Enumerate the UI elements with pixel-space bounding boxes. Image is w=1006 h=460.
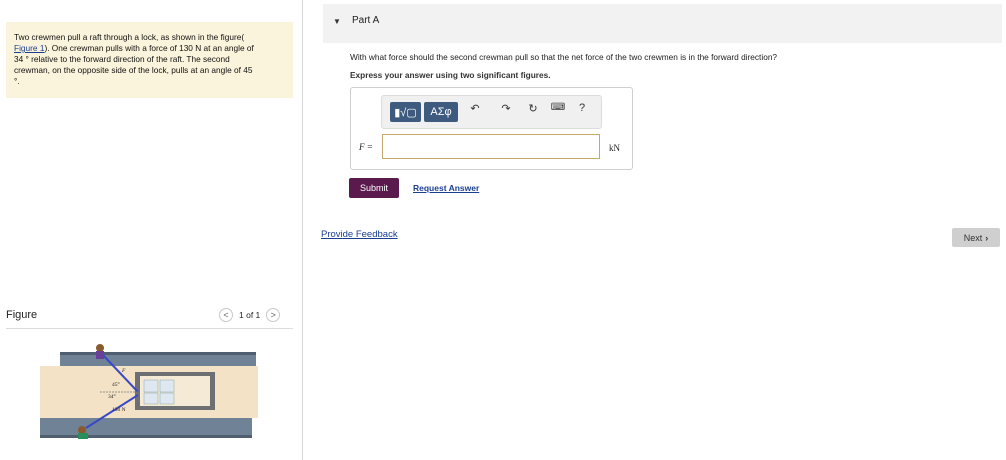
figure-heading: Figure xyxy=(6,309,38,321)
problem-statement: Two crewmen pull a raft through a lock, … xyxy=(6,22,293,98)
angle-45-label: 45° xyxy=(112,381,120,388)
problem-text: Two crewmen pull a raft through a lock, … xyxy=(14,32,245,42)
left-panel: Two crewmen pull a raft through a lock, … xyxy=(0,0,303,460)
force-label: 130 N xyxy=(112,407,126,413)
answer-label: F = xyxy=(359,142,373,152)
next-label: Next xyxy=(963,232,983,243)
f-vector-label: F xyxy=(121,368,126,374)
request-answer-link[interactable]: Request Answer xyxy=(413,183,479,193)
triangle-down-icon[interactable]: ▼ xyxy=(333,17,341,26)
figure-pager: < 1 of 1 > xyxy=(219,308,281,322)
chevron-right-icon: › xyxy=(985,232,989,243)
submit-button[interactable]: Submit xyxy=(349,178,399,198)
instruction-text: Express your answer using two significan… xyxy=(350,70,551,80)
keyboard-icon[interactable]: ⌨ xyxy=(550,102,566,113)
problem-text: ). One crewman pulls with a force of 130… xyxy=(44,43,254,53)
part-a-header[interactable]: ▼ Part A xyxy=(323,4,1002,43)
raft-lock-figure: 45° 34° 130 N F xyxy=(40,344,258,439)
crewman-top xyxy=(96,344,104,352)
math-toolbar: ▮√▢ ΑΣφ ↶ ↷ ↻ ⌨ ? xyxy=(381,95,602,129)
answer-input[interactable] xyxy=(382,134,600,159)
question-text: With what force should the second crewma… xyxy=(350,52,778,62)
undo-icon[interactable]: ↶ xyxy=(467,102,483,115)
provide-feedback-link[interactable]: Provide Feedback xyxy=(321,229,398,240)
greek-symbols-button[interactable]: ΑΣφ xyxy=(424,102,458,122)
redo-icon[interactable]: ↷ xyxy=(498,102,514,115)
figure-link[interactable]: Figure 1 xyxy=(14,43,44,53)
chevron-right-icon[interactable]: > xyxy=(266,308,281,322)
problem-text: crewman, on the opposite side of the loc… xyxy=(14,65,253,75)
answer-box: ▮√▢ ΑΣφ ↶ ↷ ↻ ⌨ ? F = kN xyxy=(350,87,633,170)
unit-label: kN xyxy=(609,143,620,153)
problem-text: 34 ° relative to the forward direction o… xyxy=(14,54,230,64)
crewman-bottom xyxy=(78,426,86,434)
chevron-left-icon[interactable]: < xyxy=(219,308,233,322)
reset-icon[interactable]: ↻ xyxy=(525,102,541,115)
divider xyxy=(6,328,293,329)
pager-text: 1 of 1 xyxy=(239,310,261,320)
templates-button[interactable]: ▮√▢ xyxy=(390,102,421,122)
angle-34-label: 34° xyxy=(108,393,116,400)
problem-text: °. xyxy=(14,76,20,86)
part-title: Part A xyxy=(352,15,380,26)
next-button[interactable]: Next › xyxy=(952,228,1000,247)
help-button[interactable]: ? xyxy=(574,102,590,114)
